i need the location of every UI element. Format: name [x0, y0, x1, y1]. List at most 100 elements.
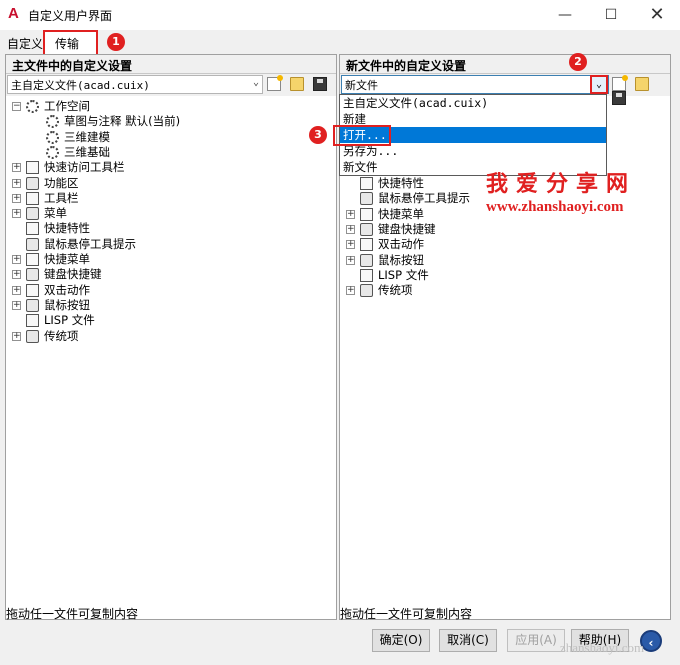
tab-strip: 自定义 传输 — [0, 30, 680, 54]
expand-icon[interactable]: + — [346, 224, 355, 234]
left-panel: 主文件中的自定义设置 主自定义文件(acad.cuix) ⌄ − 工作空间 草图与注… — [5, 54, 337, 621]
cancel-button[interactable]: 取消(C) — [439, 629, 497, 652]
dropdown-option-main-cuix[interactable]: 主自定义文件(acad.cuix) — [340, 95, 606, 111]
right-panel-header: 新文件中的自定义设置 — [340, 55, 670, 74]
shortcut-menu-icon — [360, 207, 373, 221]
keyboard-icon — [26, 268, 39, 282]
ok-button[interactable]: 确定(O) — [372, 629, 430, 652]
expand-icon[interactable]: + — [12, 163, 21, 173]
expand-icon[interactable]: + — [12, 255, 21, 264]
tree-item[interactable]: LISP 文件 — [340, 268, 660, 283]
tree-item[interactable]: + 工具栏 — [6, 191, 326, 206]
tree-item-label: 鼠标悬停工具提示 — [44, 236, 136, 251]
tooltip-icon — [26, 237, 39, 251]
tree-item[interactable]: + 功能区 — [6, 176, 326, 191]
title-bar: A 自定义用户界面 — ☐ ✕ — [0, 0, 680, 30]
step-badge-1: 1 — [107, 33, 125, 51]
tooltip-icon — [360, 192, 373, 206]
tree-item[interactable]: + 快速访问工具栏 — [6, 160, 326, 175]
left-file-select-value: 主自定义文件(acad.cuix) — [11, 79, 150, 92]
expand-icon[interactable]: + — [12, 178, 21, 188]
chevron-down-icon[interactable]: ⌄ — [590, 75, 608, 94]
expand-icon[interactable]: + — [12, 331, 21, 341]
lisp-file-icon — [360, 268, 373, 282]
expand-icon[interactable]: + — [12, 209, 21, 219]
new-file-icon[interactable] — [612, 75, 628, 91]
expand-icon[interactable]: + — [12, 193, 21, 203]
toolbar-icon — [26, 161, 39, 175]
step-badge-2: 2 — [569, 53, 587, 71]
tree-item[interactable]: + 快捷菜单 — [6, 252, 326, 267]
left-footer-hint: 拖动任一文件可复制内容 — [6, 607, 139, 621]
expand-icon[interactable]: + — [346, 240, 355, 250]
save-icon[interactable] — [612, 91, 626, 105]
tree-item-label: 双击动作 — [44, 282, 90, 297]
keyboard-icon — [360, 222, 373, 236]
tree-item-label: 三维建模 — [64, 129, 110, 144]
gear-icon — [46, 130, 59, 144]
close-button[interactable]: ✕ — [634, 0, 680, 30]
quick-properties-icon — [26, 222, 39, 236]
right-combo-row: 新文件 ⌄ — [340, 74, 670, 105]
tree-item-label: LISP 文件 — [44, 313, 95, 328]
expand-icon[interactable]: + — [12, 270, 21, 280]
left-file-select[interactable]: 主自定义文件(acad.cuix) ⌄ — [7, 75, 263, 94]
expand-icon[interactable]: + — [12, 285, 21, 295]
tree-item[interactable]: + 菜单 — [6, 206, 326, 221]
tree-item[interactable]: 快捷特性 — [6, 221, 326, 236]
tree-item[interactable]: 三维基础 — [6, 145, 326, 160]
right-file-select[interactable]: 新文件 ⌄ — [341, 75, 609, 94]
tree-item-label: 鼠标按钮 — [378, 252, 424, 267]
tree-item-label: 快捷菜单 — [378, 206, 424, 221]
mouse-icon — [360, 253, 373, 267]
tab-customize[interactable]: 自定义 — [7, 35, 43, 52]
tree-item[interactable]: − 工作空间 — [6, 99, 326, 114]
watermark-cn: 我爱分享网 — [486, 172, 637, 197]
tab-transfer[interactable]: 传输 — [43, 30, 98, 54]
toolbar-icon — [26, 191, 39, 205]
tree-item-label: 三维基础 — [64, 144, 110, 159]
tree-item-label: LISP 文件 — [378, 267, 429, 282]
tree-item[interactable]: + 双击动作 — [340, 237, 660, 252]
expand-icon[interactable]: + — [346, 209, 355, 219]
tree-item[interactable]: 草图与注释 默认(当前) — [6, 114, 326, 129]
expand-icon[interactable]: + — [346, 286, 355, 296]
right-tools — [612, 75, 670, 105]
tree-item[interactable]: 三维建模 — [6, 130, 326, 145]
watermark-footer: zhanshaoyi.com — [560, 640, 645, 655]
legacy-icon — [360, 284, 373, 298]
quick-properties-icon — [360, 177, 373, 190]
tree-item[interactable]: + 键盘快捷键 — [6, 267, 326, 282]
expand-icon[interactable]: + — [12, 300, 21, 310]
gear-icon — [46, 115, 59, 129]
collapse-icon[interactable]: − — [12, 102, 21, 111]
tree-item[interactable]: + 鼠标按钮 — [6, 298, 326, 313]
step-badge-3: 3 — [309, 126, 327, 144]
tree-item[interactable]: + 鼠标按钮 — [340, 253, 660, 268]
tree-item[interactable]: + 双击动作 — [6, 283, 326, 298]
expand-icon[interactable]: + — [346, 255, 355, 265]
maximize-button[interactable]: ☐ — [588, 0, 634, 30]
left-panel-header: 主文件中的自定义设置 — [6, 55, 336, 74]
tree-item[interactable]: + 键盘快捷键 — [340, 222, 660, 237]
new-file-icon[interactable] — [267, 75, 283, 91]
tree-item-label: 功能区 — [44, 175, 79, 190]
tree-item[interactable]: LISP 文件 — [6, 313, 326, 328]
open-folder-icon[interactable] — [289, 77, 304, 91]
tree-item-label: 鼠标按钮 — [44, 297, 90, 312]
tree-item[interactable]: + 传统项 — [340, 283, 660, 298]
save-icon[interactable] — [312, 77, 327, 91]
gear-icon — [46, 145, 59, 159]
shortcut-menu-icon — [26, 253, 39, 266]
apply-button[interactable]: 应用(A) — [507, 629, 565, 652]
minimize-button[interactable]: — — [542, 0, 588, 30]
mouse-icon — [26, 283, 39, 297]
open-folder-icon[interactable] — [634, 77, 649, 91]
tree-item[interactable]: + 传统项 — [6, 329, 326, 344]
tree-item-label: 草图与注释 默认(当前) — [64, 114, 181, 129]
tree-item-label: 菜单 — [44, 206, 67, 221]
tree-item-label: 键盘快捷键 — [378, 221, 436, 236]
tree-item-label: 传统项 — [378, 283, 413, 298]
menu-icon — [26, 207, 39, 221]
tree-item[interactable]: 鼠标悬停工具提示 — [6, 237, 326, 252]
